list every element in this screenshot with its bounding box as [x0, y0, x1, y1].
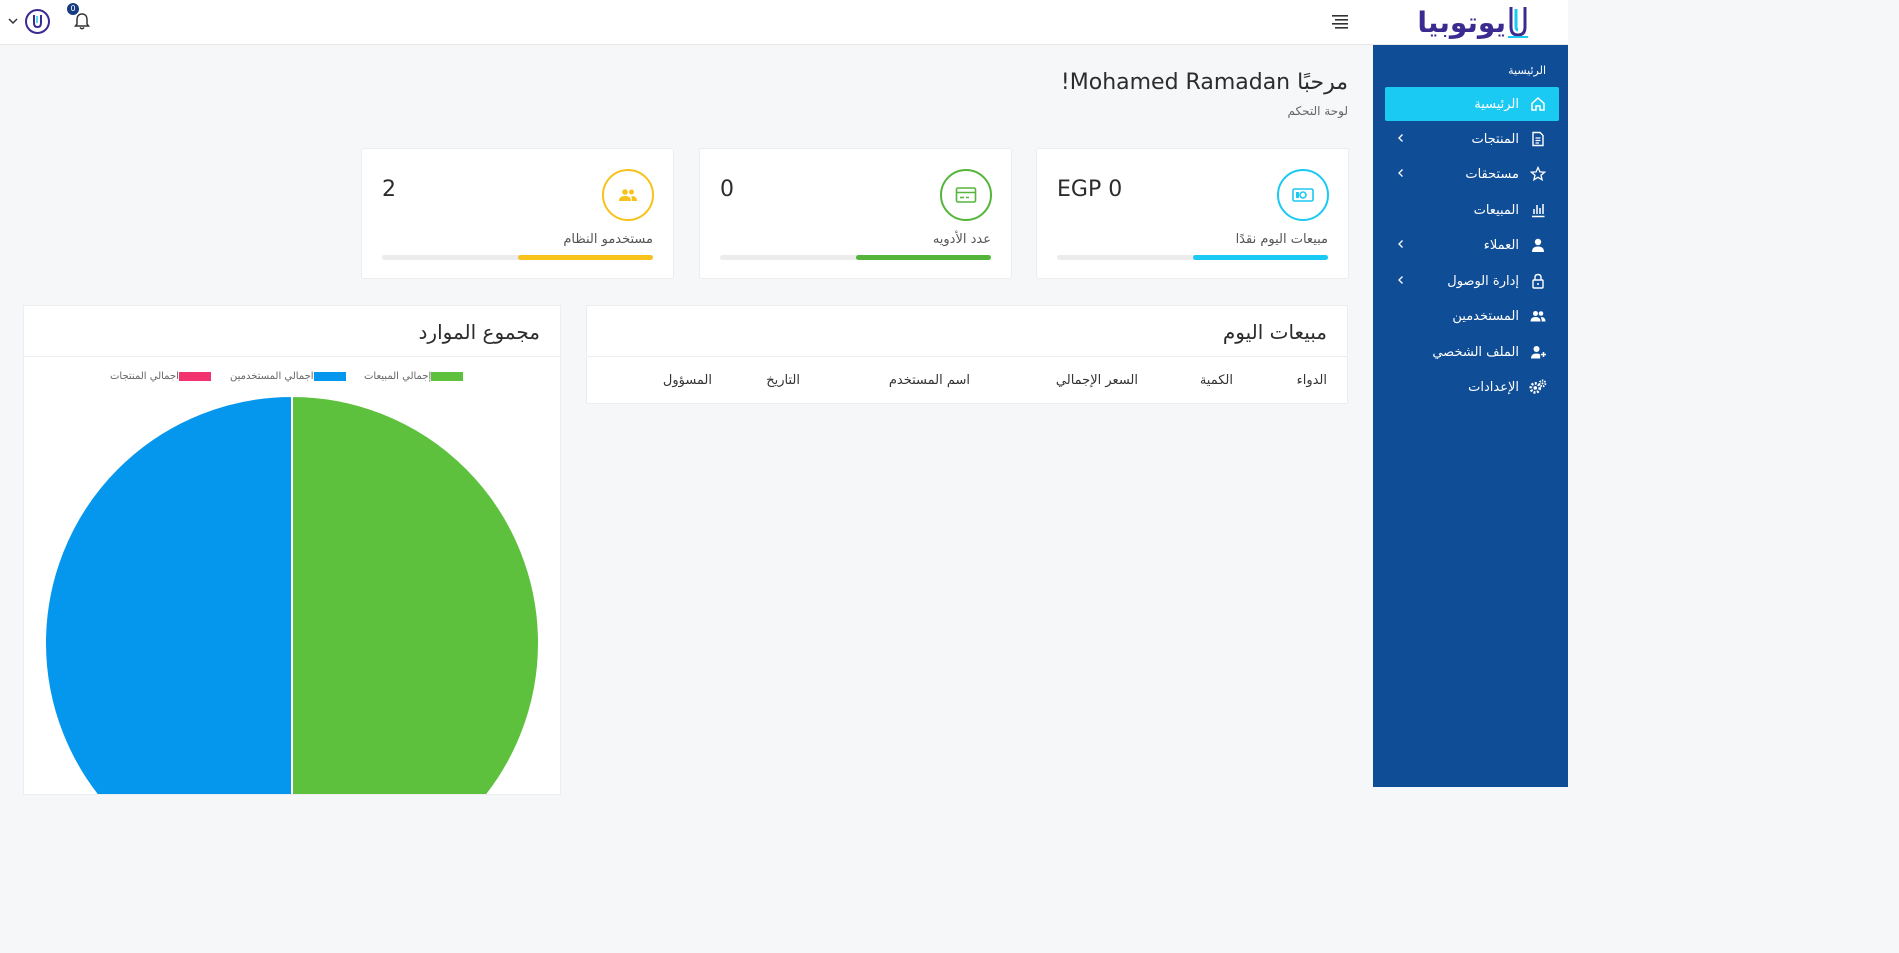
sidebar-item-label: العملاء [1483, 237, 1519, 253]
user-plus-icon [1529, 343, 1547, 361]
sidebar-item-settings[interactable]: الإعدادات [1385, 370, 1559, 404]
menu-toggle-icon[interactable] [1331, 12, 1349, 30]
column-header-total-price[interactable]: السعر الإجمالي [1056, 373, 1138, 388]
divider [587, 356, 1347, 357]
stat-progress-track [1057, 255, 1328, 260]
avatar-logo-icon [33, 15, 42, 29]
sales-table-panel: مبيعات اليوم الدواء الكمية السعر الإجمال… [586, 305, 1348, 404]
column-header-date[interactable]: التاريخ [766, 373, 800, 388]
column-header-quantity[interactable]: الكمية [1200, 373, 1233, 388]
logo-mark-icon [1508, 7, 1528, 38]
chevron-left-icon [1398, 134, 1403, 142]
sidebar-item-label: الإعدادات [1468, 379, 1519, 395]
column-header-medicine[interactable]: الدواء [1297, 373, 1327, 388]
sidebar-item-clients[interactable]: العملاء [1385, 228, 1559, 262]
user-icon [1529, 236, 1547, 254]
sidebar-item-home[interactable]: الرئيسية [1385, 87, 1559, 121]
sidebar-item-label: إدارة الوصول [1447, 273, 1519, 289]
stat-progress-track [382, 255, 653, 260]
sidebar-item-label: الرئيسية [1474, 96, 1519, 112]
stat-value: 0 [720, 177, 734, 202]
notification-badge: 0 [67, 3, 79, 15]
stat-progress-fill [1192, 255, 1328, 260]
users-icon [1529, 307, 1547, 325]
page-title: مرحبًا Mohamed Ramadan! [1060, 70, 1348, 95]
chevron-down-icon[interactable] [7, 15, 19, 27]
sidebar-item-users[interactable]: المستخدمين [1385, 299, 1559, 333]
sidebar-heading: الرئيسية [1508, 64, 1546, 77]
sidebar-item-label: المبيعات [1473, 202, 1519, 218]
app-logo[interactable]: يوتوبيا [1417, 3, 1538, 41]
resources-chart-panel: مجموع الموارد إجمالي المبيعات اجمالي الم… [23, 305, 561, 795]
chevron-left-icon [1398, 169, 1403, 177]
stat-card-medicines: 0 عدد الأدويه [699, 148, 1012, 279]
stat-value: EGP 0 [1057, 177, 1123, 202]
gears-icon [1529, 378, 1547, 396]
sidebar-item-label: المستخدمين [1452, 308, 1519, 324]
lock-icon [1529, 272, 1547, 290]
document-icon [1529, 130, 1547, 148]
sidebar-item-dues[interactable]: مستحقات [1385, 157, 1559, 191]
stat-label: عدد الأدويه [932, 232, 991, 247]
bar-chart-icon [1529, 201, 1547, 219]
breadcrumb: لوحة التحكم [1287, 104, 1349, 118]
users-icon [602, 169, 654, 221]
chevron-left-icon [1398, 276, 1403, 284]
sidebar-item-label: المنتجات [1471, 131, 1519, 147]
sidebar-item-access[interactable]: إدارة الوصول [1385, 264, 1559, 298]
sidebar-item-sales[interactable]: المبيعات [1385, 193, 1559, 227]
sidebar: الرئيسية الرئيسية المنتجات مستحقات المبي… [1373, 45, 1568, 787]
column-header-responsible[interactable]: المسؤول [663, 373, 712, 388]
stat-progress-track [720, 255, 991, 260]
pie-chart [44, 394, 540, 795]
card-icon [940, 169, 992, 221]
sidebar-item-products[interactable]: المنتجات [1385, 122, 1559, 156]
sidebar-item-profile[interactable]: الملف الشخصي [1385, 335, 1559, 369]
avatar[interactable] [25, 9, 50, 34]
chevron-left-icon [1398, 240, 1403, 248]
stat-card-cash-sales: EGP 0 مبيعات اليوم نقدًا [1036, 148, 1349, 279]
bell-icon[interactable] [74, 12, 90, 30]
panel-title: مجموع الموارد [418, 320, 540, 344]
logo-text: يوتوبيا [1417, 5, 1507, 39]
stat-value: 2 [382, 177, 396, 202]
column-header-username[interactable]: اسم المستخدم [889, 373, 970, 388]
pie-slice-1[interactable] [44, 394, 293, 795]
sidebar-item-label: الملف الشخصي [1432, 344, 1519, 360]
cash-icon [1277, 169, 1329, 221]
sidebar-item-label: مستحقات [1465, 166, 1519, 182]
top-bar: يوتوبيا 0 [0, 0, 1568, 45]
panel-title: مبيعات اليوم [1222, 320, 1327, 344]
stat-label: مستخدمو النظام [563, 232, 653, 247]
divider [24, 356, 560, 357]
pie-slice-0[interactable] [291, 394, 540, 795]
stat-progress-fill [517, 255, 653, 260]
stat-card-system-users: 2 مستخدمو النظام [361, 148, 674, 279]
star-icon [1529, 165, 1547, 183]
stat-label: مبيعات اليوم نقدًا [1235, 232, 1328, 247]
home-icon [1529, 95, 1547, 113]
stat-progress-fill [855, 255, 991, 260]
